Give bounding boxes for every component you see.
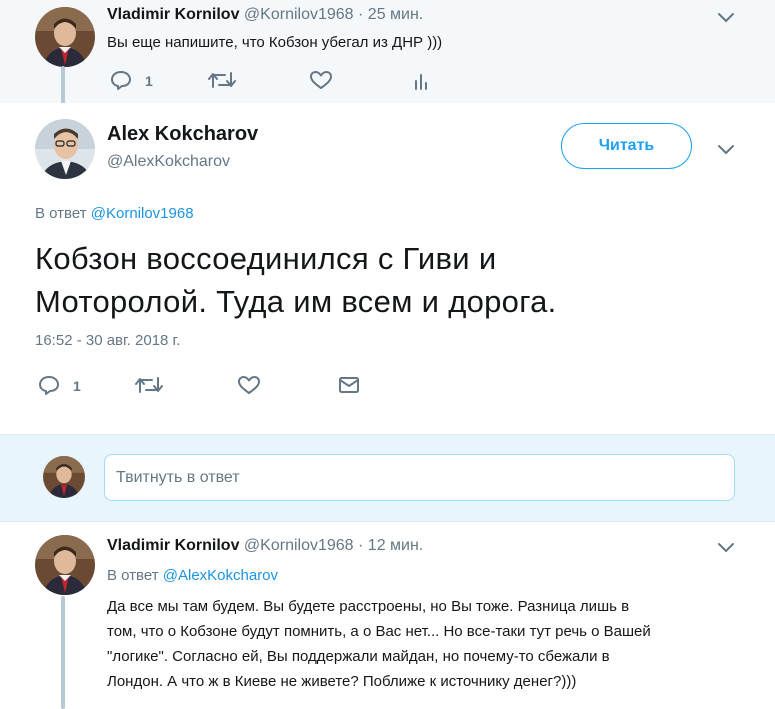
parent-tweet[interactable]: Vladimir Kornilov @Kornilov1968 · 25 мин… [0, 0, 775, 109]
avatar [43, 456, 85, 498]
reply-context-handle[interactable]: @AlexKokcharov [163, 567, 278, 584]
like-icon[interactable] [237, 375, 261, 395]
tweet-text-line: Кобзон воссоединился с Гиви и [35, 241, 497, 276]
reply-icon[interactable] [38, 375, 60, 395]
reply-context: В ответ @Kornilov1968 [35, 205, 194, 222]
chevron-down-icon[interactable] [716, 142, 736, 156]
author-handle[interactable]: @Kornilov1968 [244, 537, 354, 554]
author-name[interactable]: Vladimir Kornilov [107, 6, 239, 23]
tweet-text: Да все мы там будем. Вы будете расстроен… [107, 594, 651, 694]
retweet-icon[interactable] [208, 70, 236, 90]
tweet-text-line: Моторолой. Туда им всем и дорога. [35, 284, 557, 319]
like-icon[interactable] [309, 70, 333, 90]
reply-input[interactable]: Твитнуть в ответ [104, 454, 735, 501]
tweet-timestamp[interactable]: 16:52 - 30 авг. 2018 г. [35, 332, 180, 349]
tweet-text-line: "логике". Согласно ей, Вы поддержали май… [107, 648, 610, 665]
reply-count: 1 [145, 73, 153, 89]
tweet-text-line: том, что о Кобзоне будут помнить, а о Ва… [107, 623, 651, 640]
tweet-text: Кобзон воссоединился с Гиви и Моторолой.… [35, 237, 557, 323]
avatar[interactable] [35, 119, 95, 179]
follow-button-label: Читать [598, 137, 655, 154]
chevron-down-icon[interactable] [716, 10, 736, 24]
author-name[interactable]: Vladimir Kornilov [107, 537, 239, 554]
tweet-text: Вы еще напишите, что Кобзон убегал из ДН… [107, 34, 443, 51]
tweet-text-line: Лондон. А что ж в Киеве не живете? Побли… [107, 673, 577, 690]
reply-count: 1 [73, 378, 81, 394]
retweet-icon[interactable] [135, 375, 163, 395]
reply-composer: Твитнуть в ответ [0, 434, 775, 522]
thread-line [61, 596, 65, 709]
tweet-text-line: Да все мы там будем. Вы будете расстроен… [107, 598, 630, 615]
tweet-time[interactable]: · 12 мин. [358, 537, 423, 554]
avatar[interactable] [35, 535, 95, 595]
follow-button[interactable]: Читать [561, 123, 692, 169]
tweet-header: Vladimir Kornilov @Kornilov1968 · 12 мин… [107, 537, 423, 555]
reply-context-prefix: В ответ [107, 567, 159, 584]
author-handle[interactable]: @Kornilov1968 [244, 6, 354, 23]
avatar[interactable] [35, 7, 95, 67]
reply-context-handle[interactable]: @Kornilov1968 [91, 205, 194, 222]
author-handle[interactable]: @AlexKokcharov [107, 153, 230, 171]
chevron-down-icon[interactable] [716, 540, 736, 554]
tweet-header: Vladimir Kornilov @Kornilov1968 · 25 мин… [107, 6, 423, 24]
reply-context-prefix: В ответ [35, 205, 87, 222]
author-name[interactable]: Alex Kokcharov [107, 123, 258, 146]
reply-icon[interactable] [110, 70, 132, 90]
main-tweet: Alex Kokcharov @AlexKokcharov Читать В о… [0, 103, 775, 434]
message-icon[interactable] [338, 376, 360, 394]
reply-context: В ответ @AlexKokcharov [107, 567, 278, 584]
reply-input-placeholder: Твитнуть в ответ [116, 468, 240, 486]
analytics-icon[interactable] [413, 71, 429, 91]
reply-tweet[interactable]: Vladimir Kornilov @Kornilov1968 · 12 мин… [0, 522, 775, 709]
tweet-time[interactable]: · 25 мин. [358, 6, 423, 23]
